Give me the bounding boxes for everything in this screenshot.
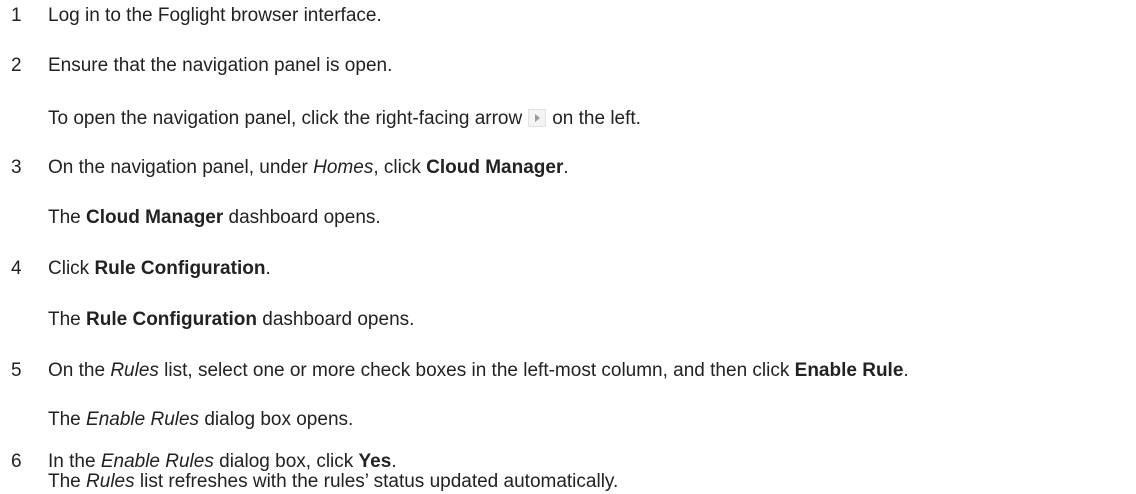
step-text: On the navigation panel, under Homes, cl… [48,156,569,180]
text-part: list, select one or more check boxes in … [158,360,795,381]
note-italic: Rules [86,471,135,492]
step-number: 1 [11,5,22,26]
text-part: On the [48,360,111,381]
step-text: Log in to the Foglight browser interface… [48,5,382,26]
step-text: Ensure that the navigation panel is open… [48,55,393,76]
procedure-steps: 1 Log in to the Foglight browser interfa… [0,0,1136,492]
step-text: On the Rules list, select one or more ch… [48,359,909,383]
step-2-note: To open the navigation panel, click the … [48,107,641,131]
note-text-after: list refreshes with the rules’ status up… [134,471,619,492]
note-text-after: on the left. [552,108,641,129]
text-part: Click [48,258,95,279]
text-part: dialog box, click [213,451,359,472]
step-number: 2 [11,55,22,76]
text-italic: Homes [313,157,374,178]
text-italic: Rules [110,360,159,381]
note-bold: Cloud Manager [86,207,224,228]
note-text-before: The [48,309,87,330]
note-italic: Enable Rules [86,409,200,430]
note-text-before: The [48,409,87,430]
step-4-note: The Rule Configuration dashboard opens. [48,308,414,332]
text-part: . [903,360,909,381]
note-text-after: dialog box opens. [199,409,354,430]
note-text-before: The [48,207,87,228]
text-bold: Rule Configuration [94,258,266,279]
note-text-before: To open the navigation panel, click the … [48,108,523,129]
text-bold: Yes [358,451,392,472]
note-text-before: The [48,471,87,492]
text-bold: Enable Rule [794,360,904,381]
text-part: . [265,258,271,279]
step-number: 4 [11,258,22,279]
text-part: . [391,451,397,472]
step-6-note: The Rules list refreshes with the rules’… [48,470,618,494]
text-bold: Cloud Manager [426,157,564,178]
step-3-note: The Cloud Manager dashboard opens. [48,206,381,230]
step-number: 6 [11,451,22,472]
text-part: In the [48,451,101,472]
step-text: Click Rule Configuration. [48,257,271,281]
note-text-after: dashboard opens. [257,309,415,330]
note-text-after: dashboard opens. [223,207,381,228]
text-part: On the navigation panel, under [48,157,314,178]
note-bold: Rule Configuration [86,309,258,330]
step-number: 3 [11,157,22,178]
text-part: , click [373,157,427,178]
step-number: 5 [11,360,22,381]
step-5-note: The Enable Rules dialog box opens. [48,408,353,432]
text-part: . [563,157,569,178]
right-arrow-icon [528,109,547,127]
text-italic: Enable Rules [100,451,214,472]
